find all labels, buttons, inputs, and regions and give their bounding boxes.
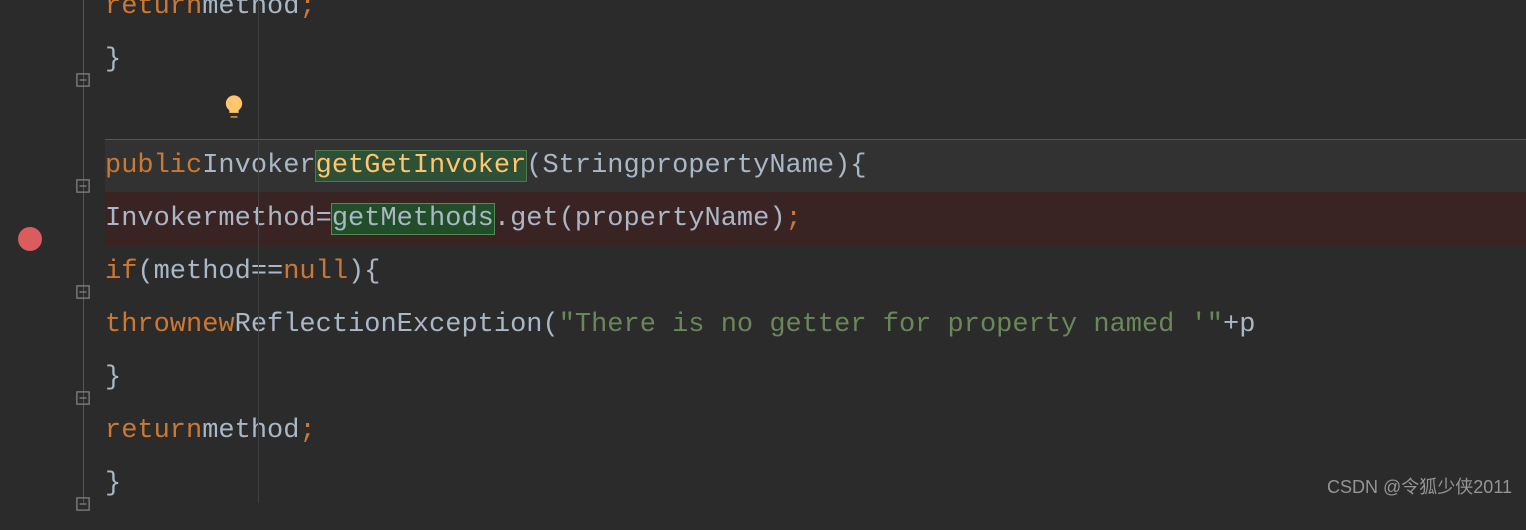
identifier: method: [202, 416, 299, 446]
code-editor: return method; } public Invoker getGetIn…: [0, 0, 1526, 503]
gutter-row: [0, 53, 105, 106]
keyword-public: public: [105, 151, 202, 181]
keyword-return: return: [105, 0, 202, 22]
operator-eq: ==: [251, 257, 283, 287]
code-line[interactable]: }: [105, 351, 1526, 404]
param-type: String: [542, 151, 639, 181]
gutter: [0, 0, 105, 503]
brace-close: }: [105, 469, 121, 499]
keyword-new: new: [186, 310, 235, 340]
code-line[interactable]: throw new ReflectionException("There is …: [105, 298, 1526, 351]
dot: .: [494, 204, 510, 234]
fold-up-icon[interactable]: [75, 390, 91, 406]
brace-open: {: [364, 257, 380, 287]
semicolon: ;: [786, 204, 802, 234]
class-name: ReflectionException: [235, 310, 543, 340]
identifier: method: [202, 0, 299, 22]
string-literal: "There is no getter for property named '…: [559, 310, 1223, 340]
gutter-row: [0, 265, 105, 318]
fold-up-icon[interactable]: [75, 72, 91, 88]
fold-up-icon[interactable]: [75, 496, 91, 512]
method-name: getGetInvoker: [316, 151, 527, 181]
code-line[interactable]: }: [105, 457, 1526, 510]
brace-close: }: [105, 363, 121, 393]
gutter-row: [0, 159, 105, 212]
paren-open: (: [559, 204, 575, 234]
paren-open: (: [137, 257, 153, 287]
param-name: propertyName: [640, 151, 834, 181]
code-line[interactable]: }: [105, 33, 1526, 86]
code-area[interactable]: return method; } public Invoker getGetIn…: [105, 0, 1526, 503]
code-line-blank[interactable]: [105, 86, 1526, 139]
paren-close: ): [834, 151, 850, 181]
gutter-row: [0, 106, 105, 159]
identifier-cut: p: [1239, 310, 1255, 340]
semicolon: ;: [299, 0, 315, 22]
fold-minus-icon[interactable]: [75, 178, 91, 194]
indent-guide: [258, 0, 259, 503]
identifier: method: [218, 204, 315, 234]
type: Invoker: [105, 204, 218, 234]
operator-plus: +: [1223, 310, 1239, 340]
breakpoint-icon[interactable]: [18, 227, 42, 251]
paren-close: ): [348, 257, 364, 287]
paren-open: (: [526, 151, 542, 181]
brace-close: }: [105, 45, 121, 75]
paren-open: (: [542, 310, 558, 340]
paren-close: ): [769, 204, 785, 234]
arg: propertyName: [575, 204, 769, 234]
keyword-null: null: [283, 257, 348, 287]
keyword-if: if: [105, 257, 137, 287]
gutter-row: [0, 371, 105, 424]
code-line-method[interactable]: public Invoker getGetInvoker(String prop…: [105, 139, 1526, 192]
identifier-highlighted: getMethods: [332, 204, 494, 234]
gutter-row: [0, 212, 105, 265]
gutter-row: [0, 477, 105, 530]
identifier: method: [154, 257, 251, 287]
gutter-row: [0, 0, 105, 53]
brace-open: {: [850, 151, 866, 181]
equals: =: [316, 204, 332, 234]
code-line-breakpoint[interactable]: Invoker method = getMethods.get(property…: [105, 192, 1526, 245]
keyword-return: return: [105, 416, 202, 446]
gutter-row: [0, 318, 105, 371]
semicolon: ;: [299, 416, 315, 446]
fold-minus-icon[interactable]: [75, 284, 91, 300]
code-line[interactable]: return method;: [105, 0, 1526, 33]
keyword-throw: throw: [105, 310, 186, 340]
gutter-row: [0, 424, 105, 477]
code-line[interactable]: if (method == null) {: [105, 245, 1526, 298]
watermark-text: CSDN @令狐少侠2011: [1327, 473, 1512, 499]
method-call: get: [510, 204, 559, 234]
code-line[interactable]: return method;: [105, 404, 1526, 457]
